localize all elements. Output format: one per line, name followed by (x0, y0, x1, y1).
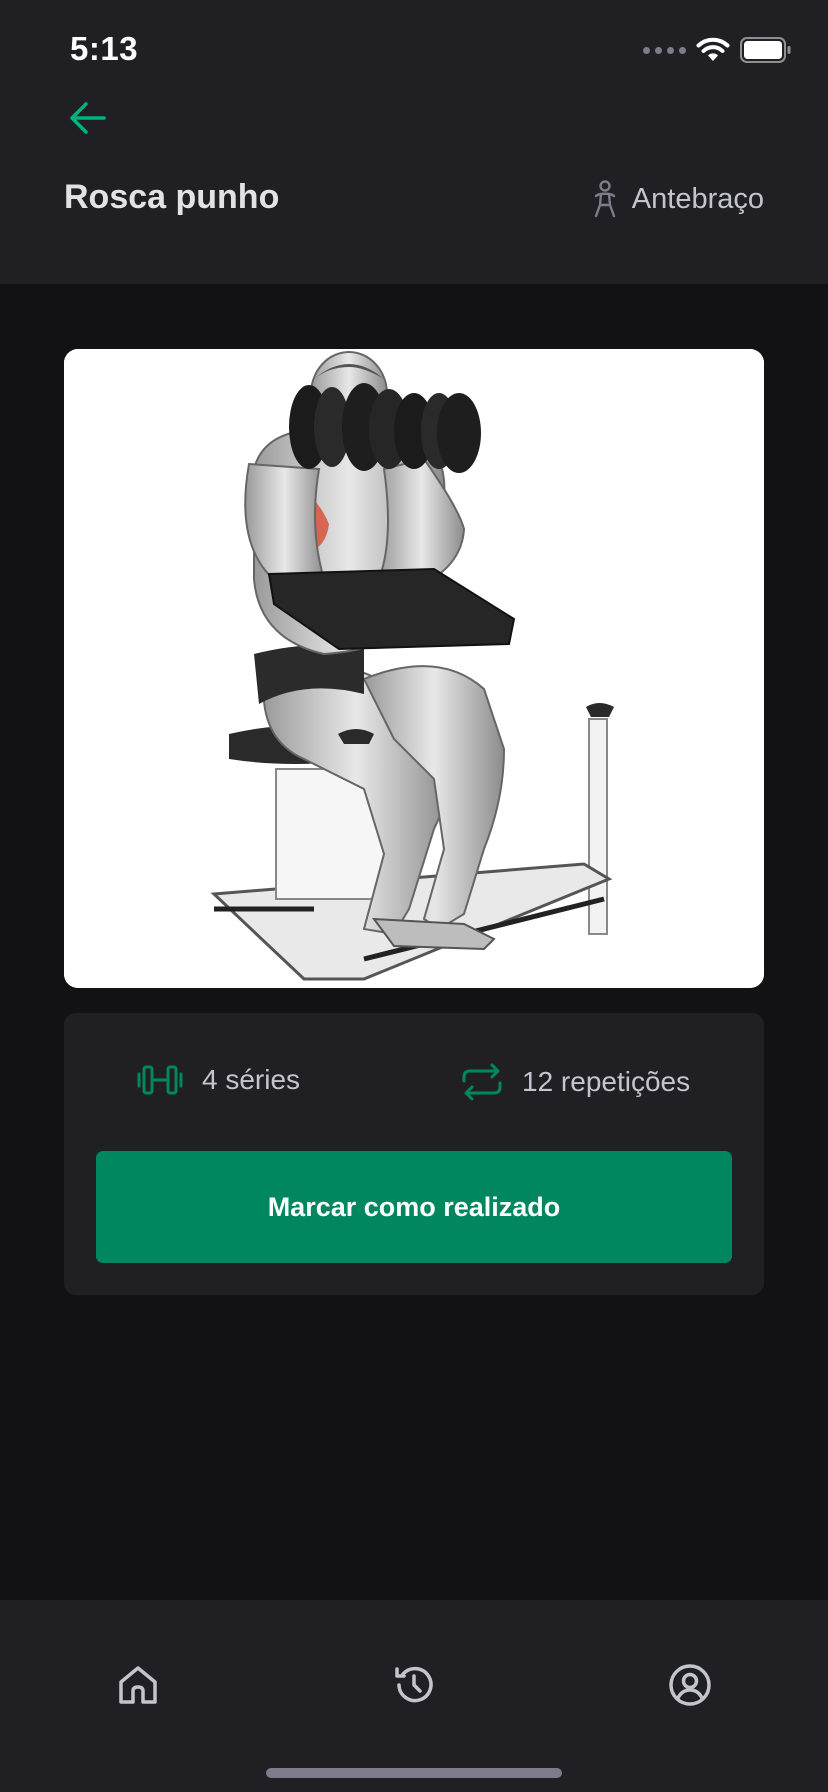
exercise-image (64, 349, 764, 988)
profile-icon (669, 1664, 711, 1706)
exercise-title: Rosca punho (64, 178, 280, 216)
tab-bar (0, 1600, 828, 1792)
status-indicators (643, 34, 792, 66)
wifi-icon (696, 37, 730, 61)
tab-history[interactable] (384, 1655, 444, 1715)
header: 5:13 Rosca punho Antebraço (0, 0, 828, 284)
mark-done-button[interactable]: Marcar como realizado (96, 1151, 732, 1263)
arrow-left-icon (70, 102, 106, 134)
repetitions-stat: 12 repetições (460, 1063, 690, 1101)
exercise-illustration (64, 349, 764, 988)
series-stat: 4 séries (136, 1063, 300, 1097)
status-time: 5:13 (70, 30, 139, 67)
dumbbell-icon (137, 1065, 183, 1095)
back-button[interactable] (66, 96, 110, 140)
battery-icon (740, 37, 791, 63)
tab-home[interactable] (108, 1655, 168, 1715)
repetitions-label: 12 repetições (522, 1066, 691, 1097)
home-icon (119, 1666, 157, 1704)
exercise-screen: 5:13 Rosca punho Antebraço 4 séries 12 r… (0, 0, 828, 1792)
muscle-group: Antebraço (590, 180, 764, 218)
repeat-icon (462, 1063, 502, 1101)
muscle-group-label: Antebraço (631, 182, 764, 215)
cellular-signal-icon (643, 46, 686, 54)
series-label: 4 séries (202, 1064, 301, 1095)
mark-done-label: Marcar como realizado (267, 1191, 561, 1222)
exercise-info-card: 4 séries 12 repetições Marcar como reali… (64, 1013, 764, 1295)
tab-profile[interactable] (660, 1655, 720, 1715)
body-icon (594, 180, 615, 218)
status-bar: 5:13 (0, 0, 828, 100)
home-indicator[interactable] (266, 1768, 562, 1778)
history-icon (395, 1666, 433, 1703)
